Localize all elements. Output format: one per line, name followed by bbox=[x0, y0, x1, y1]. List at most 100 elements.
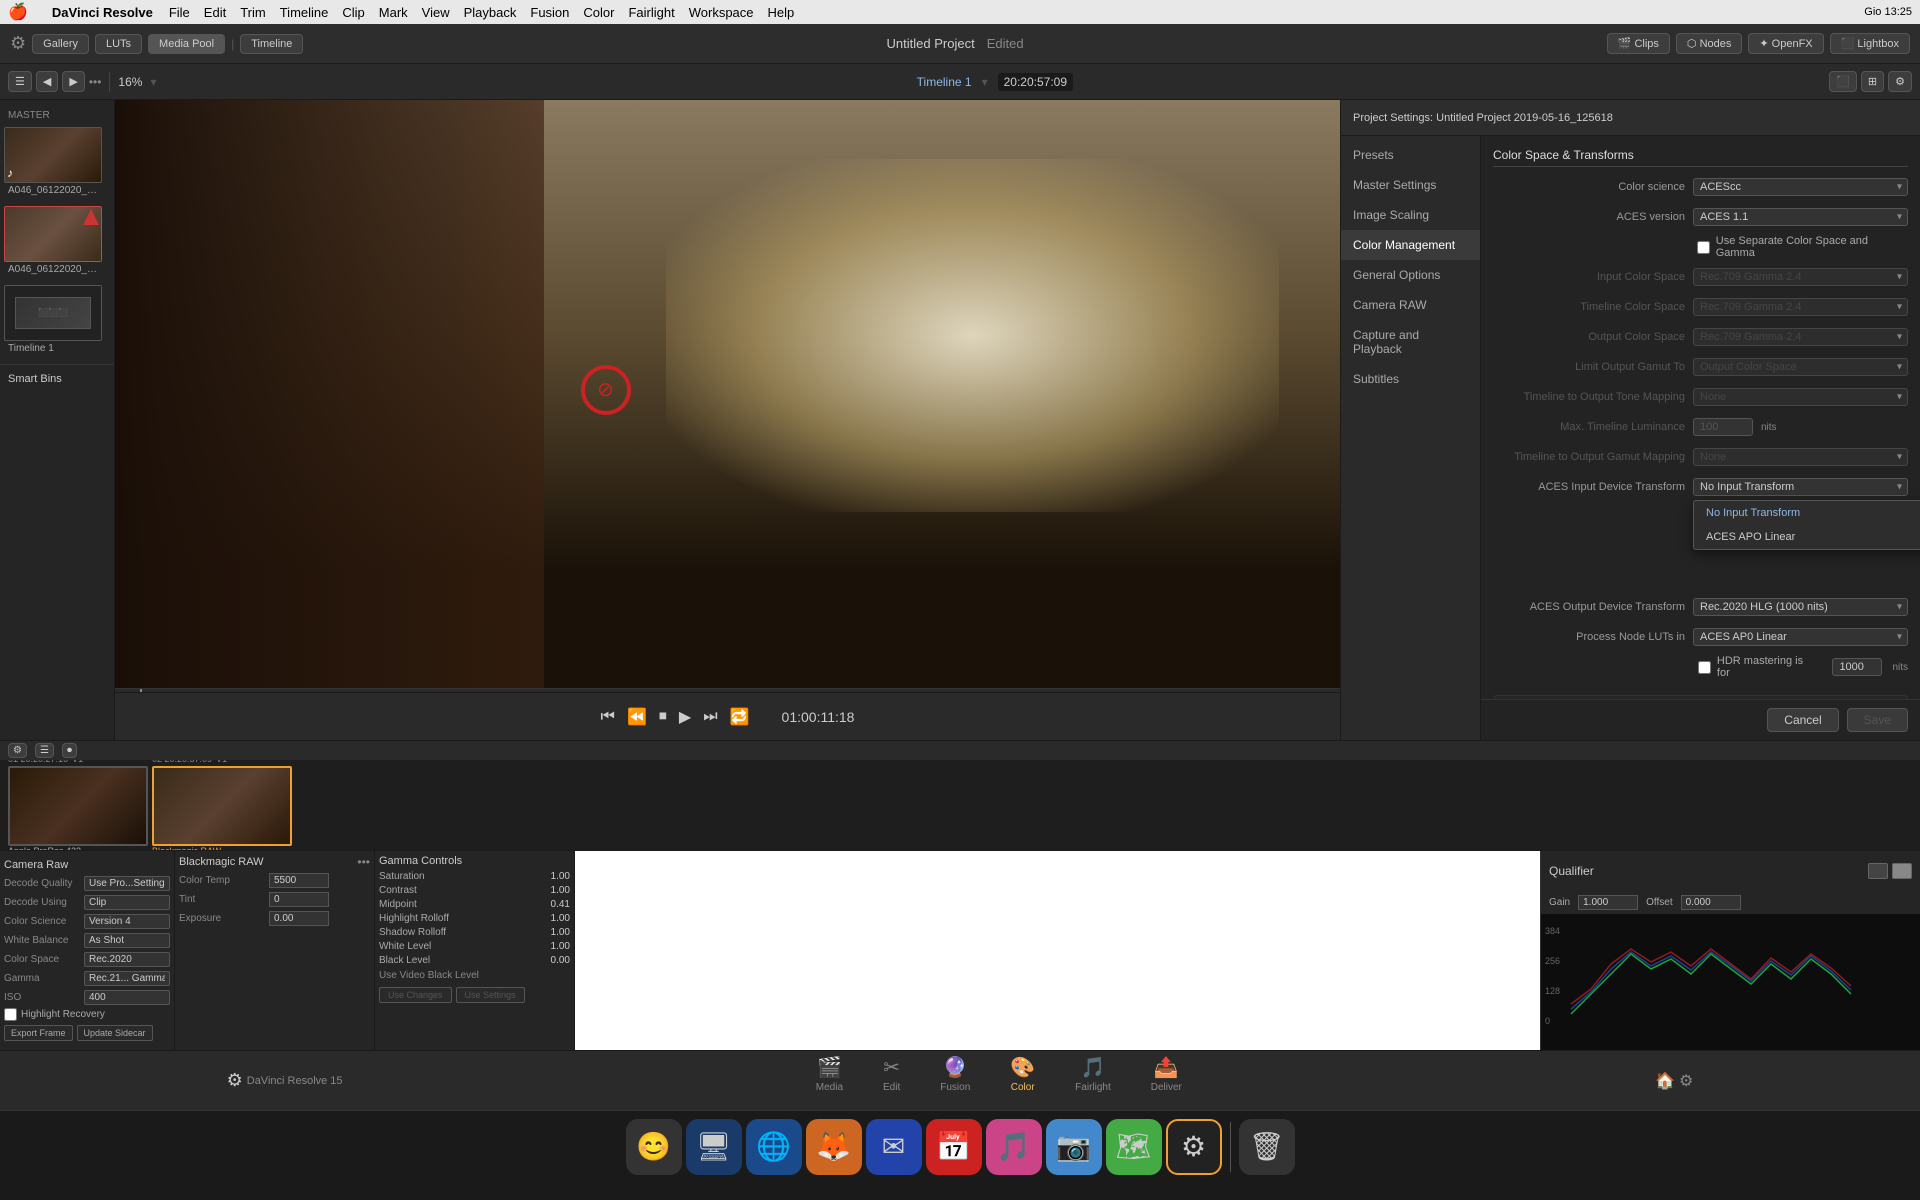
prev-frame[interactable]: ⏪ bbox=[627, 707, 647, 727]
dock-trash[interactable]: 🗑 bbox=[1239, 1119, 1295, 1175]
dock-maps[interactable]: 🗺 bbox=[1106, 1119, 1162, 1175]
clip-item-2[interactable]: 02 20:20:57:09 V1 Blackmagic RAW bbox=[152, 760, 292, 850]
use-video-black-label[interactable]: Use Video Black Level bbox=[379, 970, 570, 981]
dock-safari[interactable]: 🌐 bbox=[746, 1119, 802, 1175]
nav-media[interactable]: 🎬 Media bbox=[796, 1051, 863, 1110]
go-to-start[interactable]: ⏮ bbox=[601, 708, 615, 726]
qualifier-icon-2[interactable] bbox=[1892, 863, 1912, 879]
menu-edit[interactable]: Edit bbox=[204, 5, 226, 20]
menu-trim[interactable]: Trim bbox=[240, 5, 266, 20]
dock-resolve[interactable]: ⚙ bbox=[1166, 1119, 1222, 1175]
play-button[interactable]: ▶ bbox=[679, 707, 691, 727]
decode-quality-select[interactable]: Use Pro...Setting bbox=[84, 876, 170, 891]
nodes-button[interactable]: ⬡ Nodes bbox=[1676, 33, 1742, 54]
nav-capture-playback[interactable]: Capture and Playback bbox=[1341, 320, 1480, 364]
white-balance-control[interactable]: As Shot bbox=[84, 932, 170, 948]
dock-mail[interactable]: ✉ bbox=[866, 1119, 922, 1175]
process-node-luts-select[interactable]: ACES AP0 Linear bbox=[1693, 628, 1908, 646]
dock-itunes[interactable]: 🎵 bbox=[986, 1119, 1042, 1175]
max-luminance-input[interactable] bbox=[1693, 418, 1753, 436]
color-temp-input[interactable] bbox=[269, 873, 329, 888]
viewer-options[interactable]: ⬛ bbox=[1829, 71, 1857, 92]
hdr-mastering-input[interactable] bbox=[1832, 658, 1882, 676]
timeline-color-space-select[interactable]: Rec.709 Gamma 2.4 bbox=[1693, 298, 1908, 316]
list-view-button[interactable]: ☰ bbox=[8, 71, 32, 92]
stop-button[interactable]: ⏹ bbox=[659, 708, 667, 726]
nav-color[interactable]: 🎨 Color bbox=[990, 1051, 1055, 1110]
apple-icon[interactable]: 🍎 bbox=[8, 2, 28, 22]
dropdown-aces-apo[interactable]: ACES APO Linear bbox=[1694, 525, 1920, 549]
nav-image-scaling[interactable]: Image Scaling bbox=[1341, 200, 1480, 230]
nav-edit[interactable]: ✂ Edit bbox=[863, 1051, 920, 1110]
cam-color-space-control[interactable]: Rec.2020 bbox=[84, 951, 170, 967]
thumbnail-1[interactable]: ♪ A046_06122020_C00... bbox=[0, 123, 114, 202]
clip-list-btn[interactable]: ☰ bbox=[35, 743, 54, 758]
aces-input-device-select[interactable]: No Input Transform bbox=[1693, 478, 1908, 496]
menu-color[interactable]: Color bbox=[583, 5, 614, 20]
output-color-space-select[interactable]: Rec.709 Gamma 2.4 bbox=[1693, 328, 1908, 346]
openfx-button[interactable]: ✦ OpenFX bbox=[1748, 33, 1823, 54]
color-science-select[interactable]: ACEScc bbox=[1693, 178, 1908, 196]
clips-button[interactable]: 🎬 Clips bbox=[1607, 33, 1670, 54]
menu-playback[interactable]: Playback bbox=[464, 5, 517, 20]
menu-clip[interactable]: Clip bbox=[342, 5, 364, 20]
save-button[interactable]: Save bbox=[1847, 708, 1908, 732]
menu-mark[interactable]: Mark bbox=[379, 5, 408, 20]
exposure-input[interactable] bbox=[269, 911, 329, 926]
settings-btn[interactable]: ⚙ bbox=[1888, 71, 1912, 92]
next-button[interactable]: ▶ bbox=[62, 71, 84, 92]
nav-subtitles[interactable]: Subtitles bbox=[1341, 364, 1480, 394]
iso-control[interactable]: 400 bbox=[84, 989, 170, 1005]
use-changes-button[interactable]: Use Changes bbox=[379, 987, 452, 1003]
aces-version-select[interactable]: ACES 1.1 bbox=[1693, 208, 1908, 226]
clip-thumb-1[interactable] bbox=[8, 766, 148, 846]
cancel-button[interactable]: Cancel bbox=[1767, 708, 1838, 732]
qualifier-icon-1[interactable] bbox=[1868, 863, 1888, 879]
timeline-gamut-select[interactable]: None bbox=[1693, 448, 1908, 466]
timeline-button[interactable]: Timeline bbox=[240, 34, 303, 54]
nav-fusion[interactable]: 🔮 Fusion bbox=[920, 1051, 990, 1110]
decode-using-select[interactable]: Clip bbox=[84, 895, 170, 910]
media-pool-button[interactable]: Media Pool bbox=[148, 34, 225, 54]
cam-gamma-control[interactable]: Rec.21... Gamma bbox=[84, 970, 170, 986]
cam-color-space-select[interactable]: Rec.2020 bbox=[84, 952, 170, 967]
highlight-recovery-checkbox[interactable] bbox=[4, 1008, 17, 1021]
prev-button[interactable]: ◀ bbox=[36, 71, 58, 92]
gallery-button[interactable]: Gallery bbox=[32, 34, 89, 54]
timeline-tone-select[interactable]: None bbox=[1693, 388, 1908, 406]
nav-general-options[interactable]: General Options bbox=[1341, 260, 1480, 290]
nav-fairlight[interactable]: 🎵 Fairlight bbox=[1055, 1051, 1131, 1110]
cam-color-science-control[interactable]: Version 4 bbox=[84, 913, 170, 929]
iso-select[interactable]: 400 bbox=[84, 990, 170, 1005]
decode-quality-control[interactable]: Use Pro...Setting bbox=[84, 875, 170, 891]
timeline-bar[interactable] bbox=[115, 688, 1340, 692]
grid-view[interactable]: ⊞ bbox=[1861, 71, 1884, 92]
cam-gamma-select[interactable]: Rec.21... Gamma bbox=[84, 971, 170, 986]
dropdown-no-input[interactable]: No Input Transform bbox=[1694, 501, 1920, 525]
menu-fairlight[interactable]: Fairlight bbox=[628, 5, 674, 20]
clip-thumb-2[interactable] bbox=[152, 766, 292, 846]
tint-input[interactable] bbox=[269, 892, 329, 907]
lightbox-button[interactable]: ⬛ Lightbox bbox=[1830, 33, 1910, 54]
update-sidecar-button[interactable]: Update Sidecar bbox=[77, 1025, 153, 1041]
hdr-mastering-checkbox[interactable] bbox=[1698, 661, 1711, 674]
aces-output-device-select[interactable]: Rec.2020 HLG (1000 nits) bbox=[1693, 598, 1908, 616]
menu-help[interactable]: Help bbox=[768, 5, 795, 20]
home-button[interactable]: 🏠 bbox=[1655, 1071, 1675, 1091]
luts-button[interactable]: LUTs bbox=[95, 34, 142, 54]
thumbnail-timeline[interactable]: ⬛⬛⬛ Timeline 1 bbox=[0, 281, 114, 360]
nav-color-management[interactable]: Color Management bbox=[1341, 230, 1480, 260]
use-settings-button[interactable]: Use Settings bbox=[456, 987, 525, 1003]
loop-button[interactable]: 🔁 bbox=[730, 707, 750, 727]
nav-presets[interactable]: Presets bbox=[1341, 140, 1480, 170]
nav-camera-raw[interactable]: Camera RAW bbox=[1341, 290, 1480, 320]
limit-output-gamut-select[interactable]: Output Color Space bbox=[1693, 358, 1908, 376]
dock-calendar[interactable]: 📅 bbox=[926, 1119, 982, 1175]
menu-workspace[interactable]: Workspace bbox=[689, 5, 754, 20]
braw-menu-dots[interactable]: ••• bbox=[357, 855, 370, 869]
menu-timeline[interactable]: Timeline bbox=[280, 5, 329, 20]
cam-color-science-select[interactable]: Version 4 bbox=[84, 914, 170, 929]
nav-deliver[interactable]: 📤 Deliver bbox=[1131, 1051, 1202, 1110]
clip-item-1[interactable]: 01 20:20:27:16 V1 Apple ProRes 422 bbox=[8, 760, 148, 850]
dock-photos[interactable]: 📷 bbox=[1046, 1119, 1102, 1175]
